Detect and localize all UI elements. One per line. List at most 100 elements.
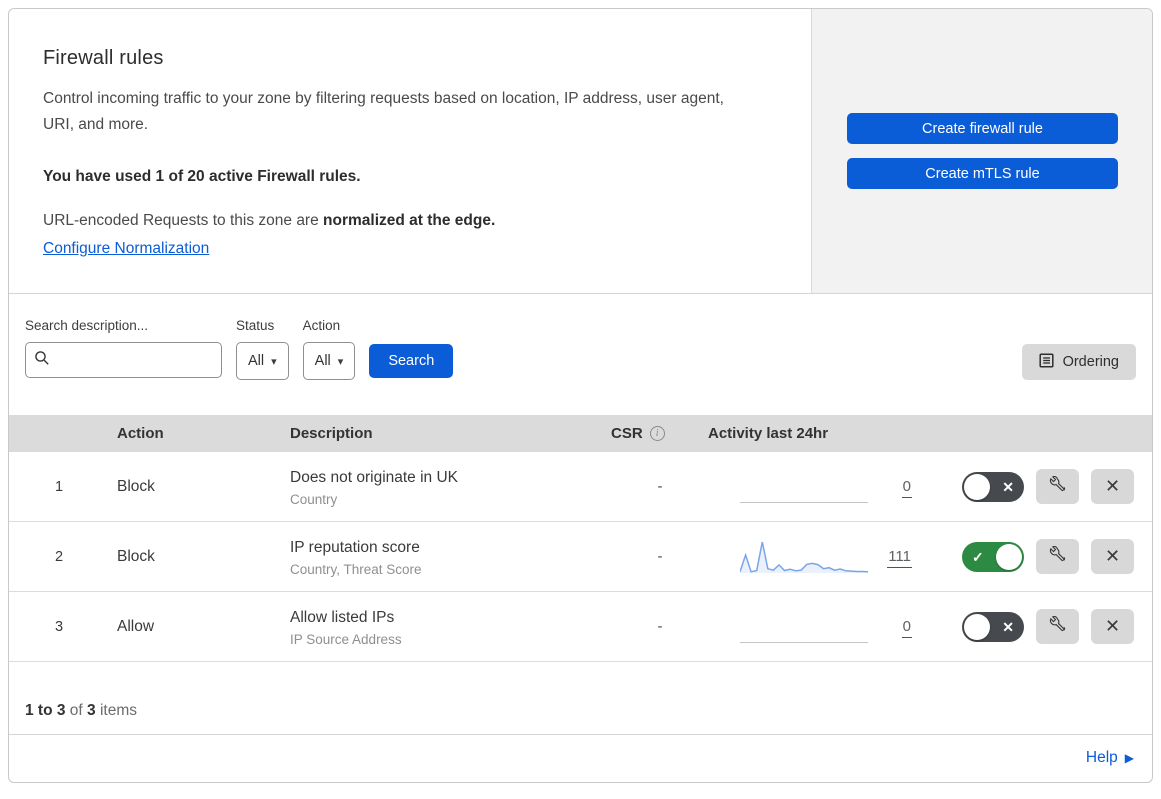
items-text: items	[95, 702, 137, 719]
close-icon: ✕	[1104, 616, 1121, 636]
action-label: Action	[302, 318, 341, 333]
rule-controls: ✓ ✕ ✕	[912, 609, 1152, 644]
rule-description: Does not originate in UK Country	[282, 467, 594, 507]
create-mtls-rule-button[interactable]: Create mTLS rule	[847, 158, 1118, 189]
activity-sparkline	[739, 538, 869, 576]
table-row: 1 Block Does not originate in UK Country…	[9, 452, 1152, 522]
activity-sparkline	[740, 608, 868, 646]
page-title: Firewall rules	[43, 47, 164, 69]
activity-sparkline	[740, 468, 868, 506]
activity-count-link[interactable]: 0	[901, 617, 912, 638]
help-link[interactable]: Help ▶	[1086, 749, 1134, 767]
info-icon[interactable]: i	[649, 426, 665, 441]
action-filter-group: Action All ▾	[302, 318, 356, 380]
activity-count-wrap: 0	[901, 617, 912, 638]
help-bar: Help ▶	[9, 734, 1152, 780]
rule-activity-cell: 0	[700, 452, 912, 521]
rule-enabled-toggle[interactable]: ✓ ✕	[962, 541, 1024, 572]
search-button[interactable]: Search	[369, 344, 454, 378]
of-text: of	[65, 702, 88, 719]
rule-action: Block	[117, 477, 155, 495]
ordering-button[interactable]: Ordering	[1021, 344, 1136, 380]
rule-action: Block	[117, 547, 155, 565]
page-description: Control incoming traffic to your zone by…	[43, 90, 724, 133]
action-value: All	[314, 353, 331, 369]
activity-count-wrap: 111	[887, 547, 912, 568]
configure-normalization-link[interactable]: Configure Normalization	[43, 240, 209, 258]
delete-rule-button[interactable]: ✕	[1091, 539, 1134, 574]
rule-fields: IP Source Address	[290, 631, 402, 647]
rule-activity-cell: 0	[700, 592, 912, 661]
toggle-knob	[964, 613, 990, 640]
x-icon: ✕	[1002, 618, 1014, 635]
normalization-bold: normalized at the edge.	[323, 212, 496, 229]
search-icon	[34, 350, 50, 371]
rule-priority: 2	[54, 548, 64, 565]
column-header-csr: CSR i	[594, 425, 700, 442]
rule-activity-cell: 111	[700, 522, 912, 591]
delete-rule-button[interactable]: ✕	[1091, 469, 1134, 504]
intro-block: Firewall rules Control incoming traffic …	[9, 9, 811, 293]
rule-enabled-toggle[interactable]: ✓ ✕	[962, 611, 1024, 642]
wrench-icon	[1049, 615, 1066, 638]
rule-fields: Country	[290, 491, 338, 507]
search-box	[25, 342, 222, 378]
pagination-summary: 1 to 3 of 3 items	[9, 662, 1152, 734]
edit-rule-button[interactable]	[1036, 609, 1079, 644]
chevron-down-icon: ▾	[271, 355, 277, 368]
rule-csr-value: -	[657, 478, 663, 495]
rule-description: Allow listed IPs IP Source Address	[282, 607, 594, 647]
close-icon: ✕	[1104, 476, 1121, 496]
rule-controls: ✓ ✕ ✕	[912, 539, 1152, 574]
search-field-group: Search description...	[25, 318, 222, 378]
rule-priority: 3	[54, 618, 64, 635]
rule-title: IP reputation score	[290, 538, 420, 556]
table-header-row: Action Description CSR i Activity last 2…	[9, 415, 1152, 452]
close-icon: ✕	[1104, 546, 1121, 566]
chevron-down-icon: ▾	[337, 355, 344, 368]
ordering-list-icon	[1039, 352, 1054, 372]
edit-rule-button[interactable]	[1036, 539, 1079, 574]
action-panel: Create firewall rule Create mTLS rule	[811, 9, 1152, 293]
delete-rule-button[interactable]: ✕	[1091, 609, 1134, 644]
status-dropdown[interactable]: All ▾	[236, 342, 289, 380]
edit-rule-button[interactable]	[1036, 469, 1079, 504]
search-input[interactable]	[56, 352, 206, 368]
status-value: All	[248, 353, 265, 369]
usage-summary: You have used 1 of 20 active Firewall ru…	[43, 168, 361, 185]
normalization-text: URL-encoded Requests to this zone are	[43, 212, 324, 229]
status-label: Status	[236, 318, 275, 333]
filter-bar: Search description... Status All ▾ Actio…	[9, 294, 1152, 415]
column-header-activity: Activity last 24hr	[708, 425, 829, 442]
x-icon: ✕	[1002, 478, 1014, 495]
rule-title: Does not originate in UK	[290, 468, 459, 486]
column-header-description: Description	[290, 425, 373, 442]
normalization-line: URL-encoded Requests to this zone are no…	[43, 210, 791, 232]
rule-description: IP reputation score Country, Threat Scor…	[282, 537, 594, 577]
rule-priority: 1	[54, 478, 64, 495]
create-firewall-rule-button[interactable]: Create firewall rule	[847, 113, 1118, 144]
toggle-knob	[996, 543, 1022, 570]
rule-fields: Country, Threat Score	[290, 561, 422, 577]
firewall-rules-card: Firewall rules Control incoming traffic …	[8, 8, 1153, 783]
activity-count-link[interactable]: 0	[901, 477, 912, 498]
header-section: Firewall rules Control incoming traffic …	[9, 9, 1152, 294]
rule-enabled-toggle[interactable]: ✓ ✕	[962, 471, 1024, 502]
ordering-button-label: Ordering	[1062, 354, 1119, 370]
toggle-knob	[964, 473, 990, 500]
rule-title: Allow listed IPs	[290, 608, 395, 626]
action-dropdown[interactable]: All ▾	[302, 342, 356, 380]
table-row: 3 Allow Allow listed IPs IP Source Addre…	[9, 592, 1152, 662]
status-filter-group: Status All ▾	[236, 318, 289, 380]
rule-controls: ✓ ✕ ✕	[912, 469, 1152, 504]
csr-header-label: CSR	[611, 425, 643, 442]
check-icon: ✓	[972, 548, 984, 565]
column-header-action: Action	[117, 425, 164, 442]
arrow-right-icon: ▶	[1124, 750, 1134, 765]
activity-count-wrap: 0	[901, 477, 912, 498]
activity-count-link[interactable]: 111	[887, 547, 912, 568]
wrench-icon	[1049, 545, 1066, 568]
rule-action: Allow	[117, 617, 155, 635]
wrench-icon	[1049, 475, 1066, 498]
total-text: 3	[87, 702, 96, 719]
